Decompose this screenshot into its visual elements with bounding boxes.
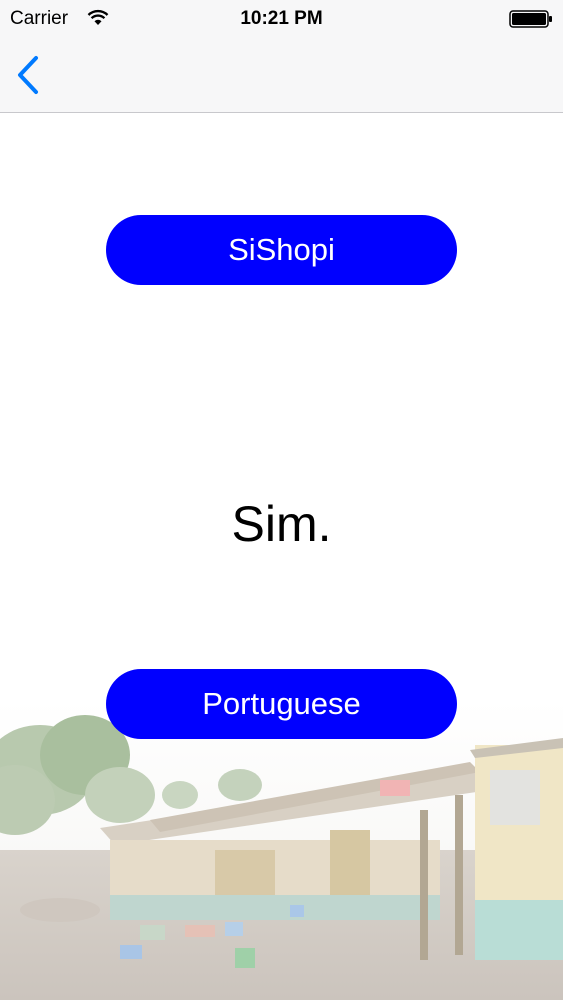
back-button[interactable] xyxy=(8,52,48,98)
language-button-portuguese[interactable]: Portuguese xyxy=(106,669,457,739)
chevron-left-icon xyxy=(18,56,38,94)
status-time: 10:21 PM xyxy=(240,8,323,29)
battery-icon xyxy=(509,10,552,28)
screen: Carrier 10:21 PM SiShopi Sim. Portuguese xyxy=(0,0,563,1000)
village-background-image xyxy=(0,700,563,1000)
language-button-sishopi[interactable]: SiShopi xyxy=(106,215,457,285)
navigation-bar xyxy=(0,38,563,113)
status-bar: Carrier 10:21 PM xyxy=(0,0,563,38)
phrase-text: Sim. xyxy=(231,496,332,552)
